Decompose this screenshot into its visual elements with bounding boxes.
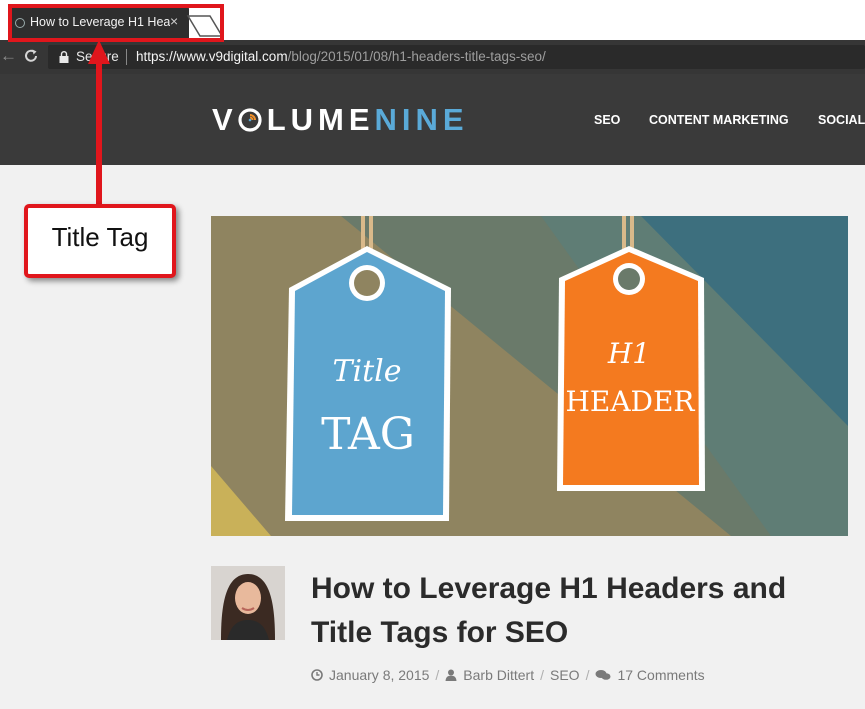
tag-h1-script: H1 — [607, 337, 650, 370]
logo-word-nine: NINE — [374, 102, 469, 137]
logo-o-icon — [238, 108, 262, 132]
user-icon — [445, 669, 457, 682]
post-title-line-1: How to Leverage H1 Headers and — [311, 572, 787, 605]
post-date: January 8, 2015 — [329, 667, 430, 684]
browser-toolbar: ← Secure https://www.v9digital.com/blog/… — [0, 40, 865, 74]
tag-title-caps: TAG — [321, 409, 415, 460]
clock-icon — [311, 669, 323, 682]
meta-separator: / — [585, 667, 590, 684]
url-text[interactable]: https://www.v9digital.com/blog/2015/01/0… — [136, 49, 546, 64]
nav-seo[interactable]: SEO — [594, 113, 620, 127]
post-title-line-2: Title Tags for SEO — [311, 616, 569, 649]
back-arrow-icon[interactable]: ← — [0, 46, 17, 66]
site-header: V LUMENINE SEO CONTENT MARKETING SOCIAL — [0, 74, 865, 165]
lock-icon — [59, 51, 69, 63]
post-category-link[interactable]: SEO — [550, 667, 580, 683]
logo-letter-v: V — [212, 102, 238, 137]
author-avatar[interactable] — [211, 566, 285, 640]
title-tag-callout: Title Tag — [24, 204, 176, 278]
hero-image: Title TAG H1 HEADER — [211, 216, 848, 536]
post-comments-link[interactable]: 17 Comments — [617, 667, 704, 683]
nav-social[interactable]: SOCIAL — [818, 113, 865, 127]
reload-icon[interactable] — [22, 47, 40, 65]
url-path: /blog/2015/01/08/h1-headers-title-tags-s… — [287, 49, 546, 64]
comments-icon — [595, 670, 611, 681]
meta-separator: / — [540, 667, 544, 684]
tag-title-script: Title — [332, 354, 401, 389]
address-bar[interactable]: Secure https://www.v9digital.com/blog/20… — [48, 45, 865, 69]
nav-content-marketing[interactable]: CONTENT MARKETING — [649, 113, 789, 127]
meta-separator: / — [435, 667, 440, 684]
post-title: How to Leverage H1 Headers and Title Tag… — [311, 567, 851, 655]
title-tag-highlight-box — [8, 4, 224, 42]
annotation-arrow-icon — [88, 40, 110, 210]
tag-header-caps: HEADER — [565, 385, 695, 418]
callout-label: Title Tag — [51, 222, 149, 252]
volumenine-logo[interactable]: V LUMENINE — [212, 102, 469, 138]
screenshot: How to Leverage H1 Headers and Title Tag… — [0, 0, 865, 709]
post-meta: January 8, 2015 / Barb Dittert / SEO / 17 Comm… — [311, 666, 705, 683]
post-author-link[interactable]: Barb Dittert — [463, 667, 534, 683]
url-host: https://www.v9digital.com — [136, 49, 288, 64]
address-divider — [126, 49, 127, 65]
logo-word-lume: LUME — [266, 102, 375, 137]
